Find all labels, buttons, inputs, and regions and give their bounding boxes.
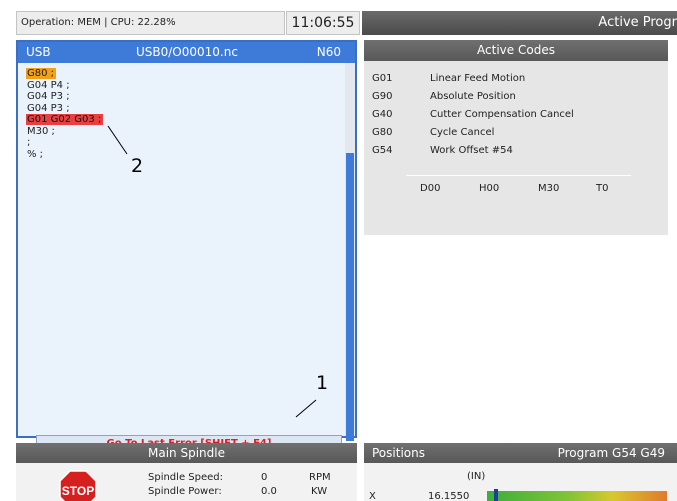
active-codes-panel: Active Codes G01 Linear Feed Motion G90 … — [364, 40, 668, 235]
axis-travel-marker — [494, 489, 498, 501]
code-description: Absolute Position — [430, 91, 516, 102]
axis-position-value: 16.1550 — [428, 491, 470, 501]
spindle-speed-label: Spindle Speed: — [148, 472, 223, 483]
code-description: Linear Feed Motion — [430, 73, 526, 84]
spindle-speed-value: 0 — [261, 472, 268, 483]
tool-code-t: T0 — [596, 183, 609, 194]
code-id: G01 — [372, 73, 393, 84]
code-description: Work Offset #54 — [430, 145, 513, 156]
active-codes-title: Active Codes — [364, 40, 668, 61]
code-id: G54 — [372, 145, 393, 156]
tool-code-m: M30 — [538, 183, 560, 194]
callout-1-leader — [295, 399, 317, 418]
spindle-power-unit: KW — [311, 486, 328, 497]
stop-sign-icon: STOP — [59, 470, 97, 501]
spindle-power-label: Spindle Power: — [148, 486, 222, 497]
spindle-power-value: 0.0 — [261, 486, 277, 497]
code-id: G80 — [372, 127, 393, 138]
positions-program-info: Program G54 G49 — [557, 446, 665, 460]
code-description: Cycle Cancel — [430, 127, 495, 138]
code-description: Cutter Compensation Cancel — [430, 109, 574, 120]
tool-code-h: H00 — [479, 183, 500, 194]
axis-label: X — [369, 491, 376, 501]
callout-number-two: 2 — [131, 155, 144, 177]
callout-2-leader — [107, 125, 128, 155]
spindle-speed-unit: RPM — [309, 472, 331, 483]
code-id: G40 — [372, 109, 393, 120]
codes-divider — [406, 175, 631, 176]
positions-header: Positions Program G54 G49 — [364, 443, 677, 463]
tool-code-d: D00 — [420, 183, 441, 194]
positions-title: Positions — [372, 446, 425, 460]
callout-number-one: 1 — [316, 372, 329, 394]
main-spindle-title: Main Spindle — [16, 443, 357, 463]
code-id: G90 — [372, 91, 393, 102]
stop-sign-text: STOP — [62, 484, 94, 498]
axis-travel-bar — [487, 491, 667, 501]
positions-units: (IN) — [467, 471, 486, 482]
